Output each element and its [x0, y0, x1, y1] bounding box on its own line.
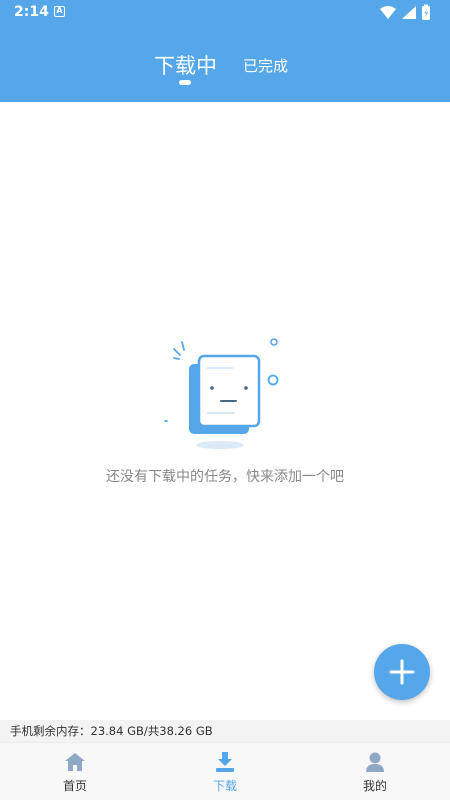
download-icon: [216, 752, 234, 772]
signal-icon: [402, 6, 416, 19]
status-time: 2:14: [14, 4, 49, 20]
header: 2:14 A 下载中 已完成: [0, 0, 450, 102]
system-status-icons: [380, 4, 430, 20]
notification-icon: A: [54, 6, 65, 17]
storage-text: 手机剩余内存：23.84 GB/共38.26 GB: [10, 724, 213, 738]
status-bar: 2:14 A: [0, 0, 450, 26]
bottom-nav: 首页 下载 我的: [0, 742, 450, 800]
empty-document-face-icon: [164, 338, 279, 449]
nav-item-profile[interactable]: 我的: [300, 743, 450, 801]
nav-label-profile: 我的: [362, 779, 387, 793]
nav-item-home[interactable]: 首页: [0, 743, 150, 801]
person-icon: [366, 752, 384, 772]
add-task-button[interactable]: [374, 644, 430, 700]
home-icon: [65, 753, 85, 771]
nav-item-download[interactable]: 下载: [150, 743, 300, 801]
tab-downloading[interactable]: 下载中: [154, 50, 217, 80]
nav-label-download: 下载: [212, 779, 237, 793]
storage-info-bar: 手机剩余内存：23.84 GB/共38.26 GB: [0, 720, 450, 742]
wifi-icon: [380, 6, 396, 19]
tab-active-indicator: [179, 80, 191, 85]
empty-state-message: 还没有下载中的任务，快来添加一个吧: [106, 469, 344, 485]
plus-icon: [389, 659, 415, 685]
nav-label-home: 首页: [62, 779, 87, 793]
tab-completed[interactable]: 已完成: [243, 55, 288, 76]
